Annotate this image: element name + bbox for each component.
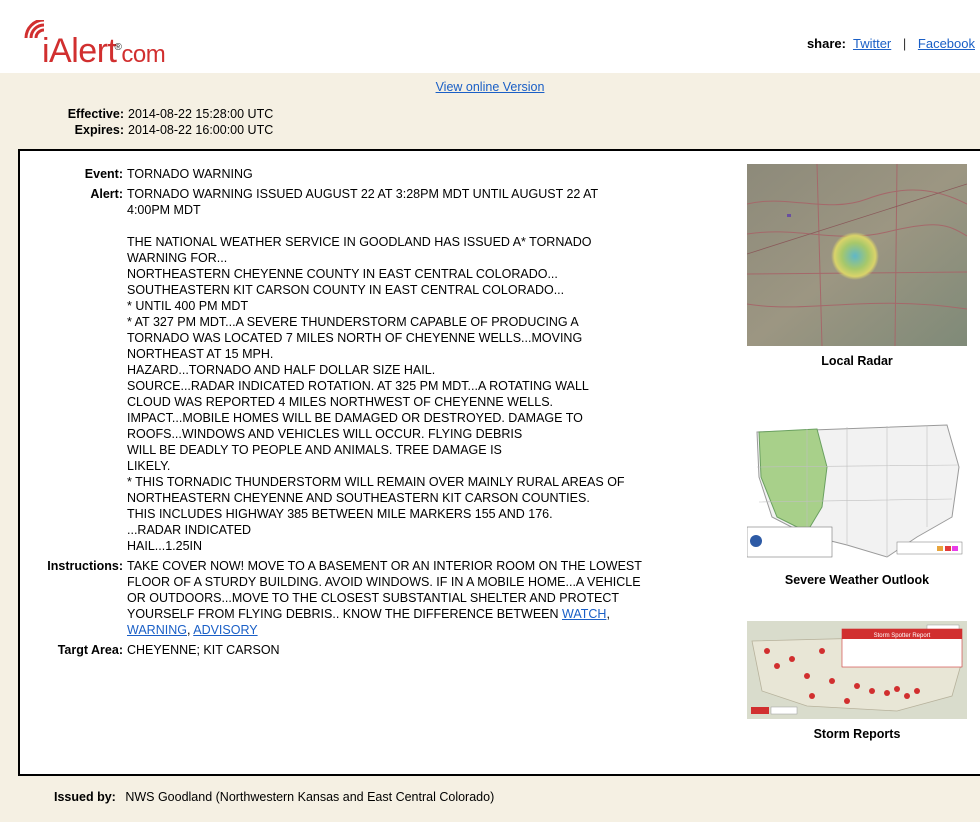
twitter-link[interactable]: Twitter [853,36,891,51]
logo-com: com [121,41,166,68]
alert-body-line: * AT 327 PM MDT...A SEVERE THUNDERSTORM … [127,315,579,329]
alert-body-line: * UNTIL 400 PM MDT [127,299,249,313]
alert-body-line: TORNADO WAS LOCATED 7 MILES NORTH OF CHE… [127,331,583,345]
logo-wordmark: iAlert [42,32,117,70]
advisory-link[interactable]: ADVISORY [193,623,257,637]
alert-body-line: NORTHEASTERN CHEYENNE AND SOUTHEASTERN K… [127,491,590,505]
issued-by-label: Issued by: [54,790,116,804]
share-bar: share: Twitter | Facebook [807,36,975,51]
alert-body-line: ROOFS...WINDOWS AND VEHICLES WILL OCCUR.… [127,427,523,441]
alert-label: Alert: [90,187,123,201]
local-radar-item[interactable]: Local Radar [746,164,968,368]
alert-heading-line: 4:00PM MDT [127,203,201,217]
issued-by-value: NWS Goodland (Northwestern Kansas and Ea… [125,790,495,804]
issued-by-row: Issued by: NWS Goodland (Northwestern Ka… [54,790,494,804]
instructions-line: FLOOR OF A STURDY BUILDING. AVOID WINDOW… [127,575,641,589]
watch-link[interactable]: WATCH [562,607,606,621]
target-area-label: Targt Area: [57,643,123,657]
expires-label: Expires: [74,123,124,137]
effective-value: 2014-08-22 15:28:00 UTC [128,107,274,121]
comma: , [186,623,191,637]
event-label: Event: [84,167,123,181]
alert-body-line: ...RADAR INDICATED [127,523,252,537]
instructions-line: YOURSELF FROM FLYING DEBRIS.. KNOW THE D… [127,606,740,622]
event-value: TORNADO WARNING [127,167,253,181]
target-area-field: Targt Area: CHEYENNE; KIT CARSON [20,642,740,658]
header: iAlert®com share: Twitter | Facebook [0,0,980,73]
alert-body: THE NATIONAL WEATHER SERVICE IN GOODLAND… [127,234,740,554]
alert-body-line: CLOUD WAS REPORTED 4 MILES NORTHWEST OF … [127,395,554,409]
instructions-line: TAKE COVER NOW! MOVE TO A BASEMENT OR AN… [127,559,642,573]
storm-reports-map[interactable]: Storm Spotter Report [747,621,967,719]
alert-box: Event: TORNADO WARNING Alert: TORNADO WA… [18,149,980,776]
logo-text: iAlert®com [42,32,166,71]
comma: , [606,607,610,621]
alert-body-line: IMPACT...MOBILE HOMES WILL BE DAMAGED OR… [127,411,583,425]
alert-body-line: HAZARD...TORNADO AND HALF DOLLAR SIZE HA… [127,363,436,377]
severe-weather-outlook-map[interactable] [747,407,967,565]
effective-row: Effective: 2014-08-22 15:28:00 UTC [52,106,274,122]
effective-label: Effective: [67,107,124,121]
alert-body-line: HAIL...1.25IN [127,539,203,553]
alert-body-line: WILL BE DEADLY TO PEOPLE AND ANIMALS. TR… [127,443,502,457]
alert-body-line: NORTHEASTERN CHEYENNE COUNTY IN EAST CEN… [127,267,558,281]
alert-body-line: * THIS TORNADIC THUNDERSTORM WILL REMAIN… [127,475,625,489]
instructions-line: WARNING, ADVISORY [127,622,740,638]
alert-body-line: THIS INCLUDES HIGHWAY 385 BETWEEN MILE M… [127,507,553,521]
warning-link[interactable]: WARNING [127,623,187,637]
storm-popup-title: Storm Spotter Report [874,633,931,639]
alert-dates: Effective: 2014-08-22 15:28:00 UTC Expir… [52,106,274,138]
expires-row: Expires: 2014-08-22 16:00:00 UTC [52,122,274,138]
alert-body-line: THE NATIONAL WEATHER SERVICE IN GOODLAND… [127,235,592,249]
alert-details: Event: TORNADO WARNING Alert: TORNADO WA… [20,166,740,662]
instructions-prefix: YOURSELF FROM FLYING DEBRIS.. KNOW THE D… [127,607,562,621]
instructions-field: Instructions: TAKE COVER NOW! MOVE TO A … [20,558,740,638]
alert-field: Alert: TORNADO WARNING ISSUED AUGUST 22 … [20,186,740,554]
alert-body-line: NORTHEAST AT 15 MPH. [127,347,274,361]
alert-body-line: LIKELY. [127,459,171,473]
email-frame: iAlert®com share: Twitter | Facebook Vie… [0,0,980,822]
target-area-value: CHEYENNE; KIT CARSON [127,643,280,657]
alert-heading-line: TORNADO WARNING ISSUED AUGUST 22 AT 3:28… [127,187,599,201]
facebook-link[interactable]: Facebook [918,36,975,51]
share-separator: | [902,36,907,51]
instructions-label: Instructions: [47,559,123,573]
alert-body-line: SOUTHEASTERN KIT CARSON COUNTY IN EAST C… [127,283,565,297]
view-online-row: View online Version [0,80,980,94]
share-label: share: [806,36,846,51]
storm-reports-item[interactable]: Storm Spotter Report Storm Reports [746,621,968,741]
alert-text: TORNADO WARNING ISSUED AUGUST 22 AT 3:28… [127,186,740,554]
alert-body-line: SOURCE...RADAR INDICATED ROTATION. AT 32… [127,379,589,393]
local-radar-caption: Local Radar [821,354,893,368]
view-online-link[interactable]: View online Version [436,80,545,94]
expires-value: 2014-08-22 16:00:00 UTC [128,123,274,137]
instructions-text: TAKE COVER NOW! MOVE TO A BASEMENT OR AN… [127,558,740,638]
storm-reports-caption: Storm Reports [813,727,901,741]
event-field: Event: TORNADO WARNING [20,166,740,182]
ialert-logo[interactable]: iAlert®com [24,20,214,71]
local-radar-image[interactable] [747,164,967,346]
instructions-line: OR OUTDOORS...MOVE TO THE CLOSEST SUBSTA… [127,591,619,605]
severe-weather-outlook-caption: Severe Weather Outlook [784,573,930,587]
alert-body-line: WARNING FOR... [127,251,228,265]
severe-weather-outlook-item[interactable]: Severe Weather Outlook [746,407,968,587]
